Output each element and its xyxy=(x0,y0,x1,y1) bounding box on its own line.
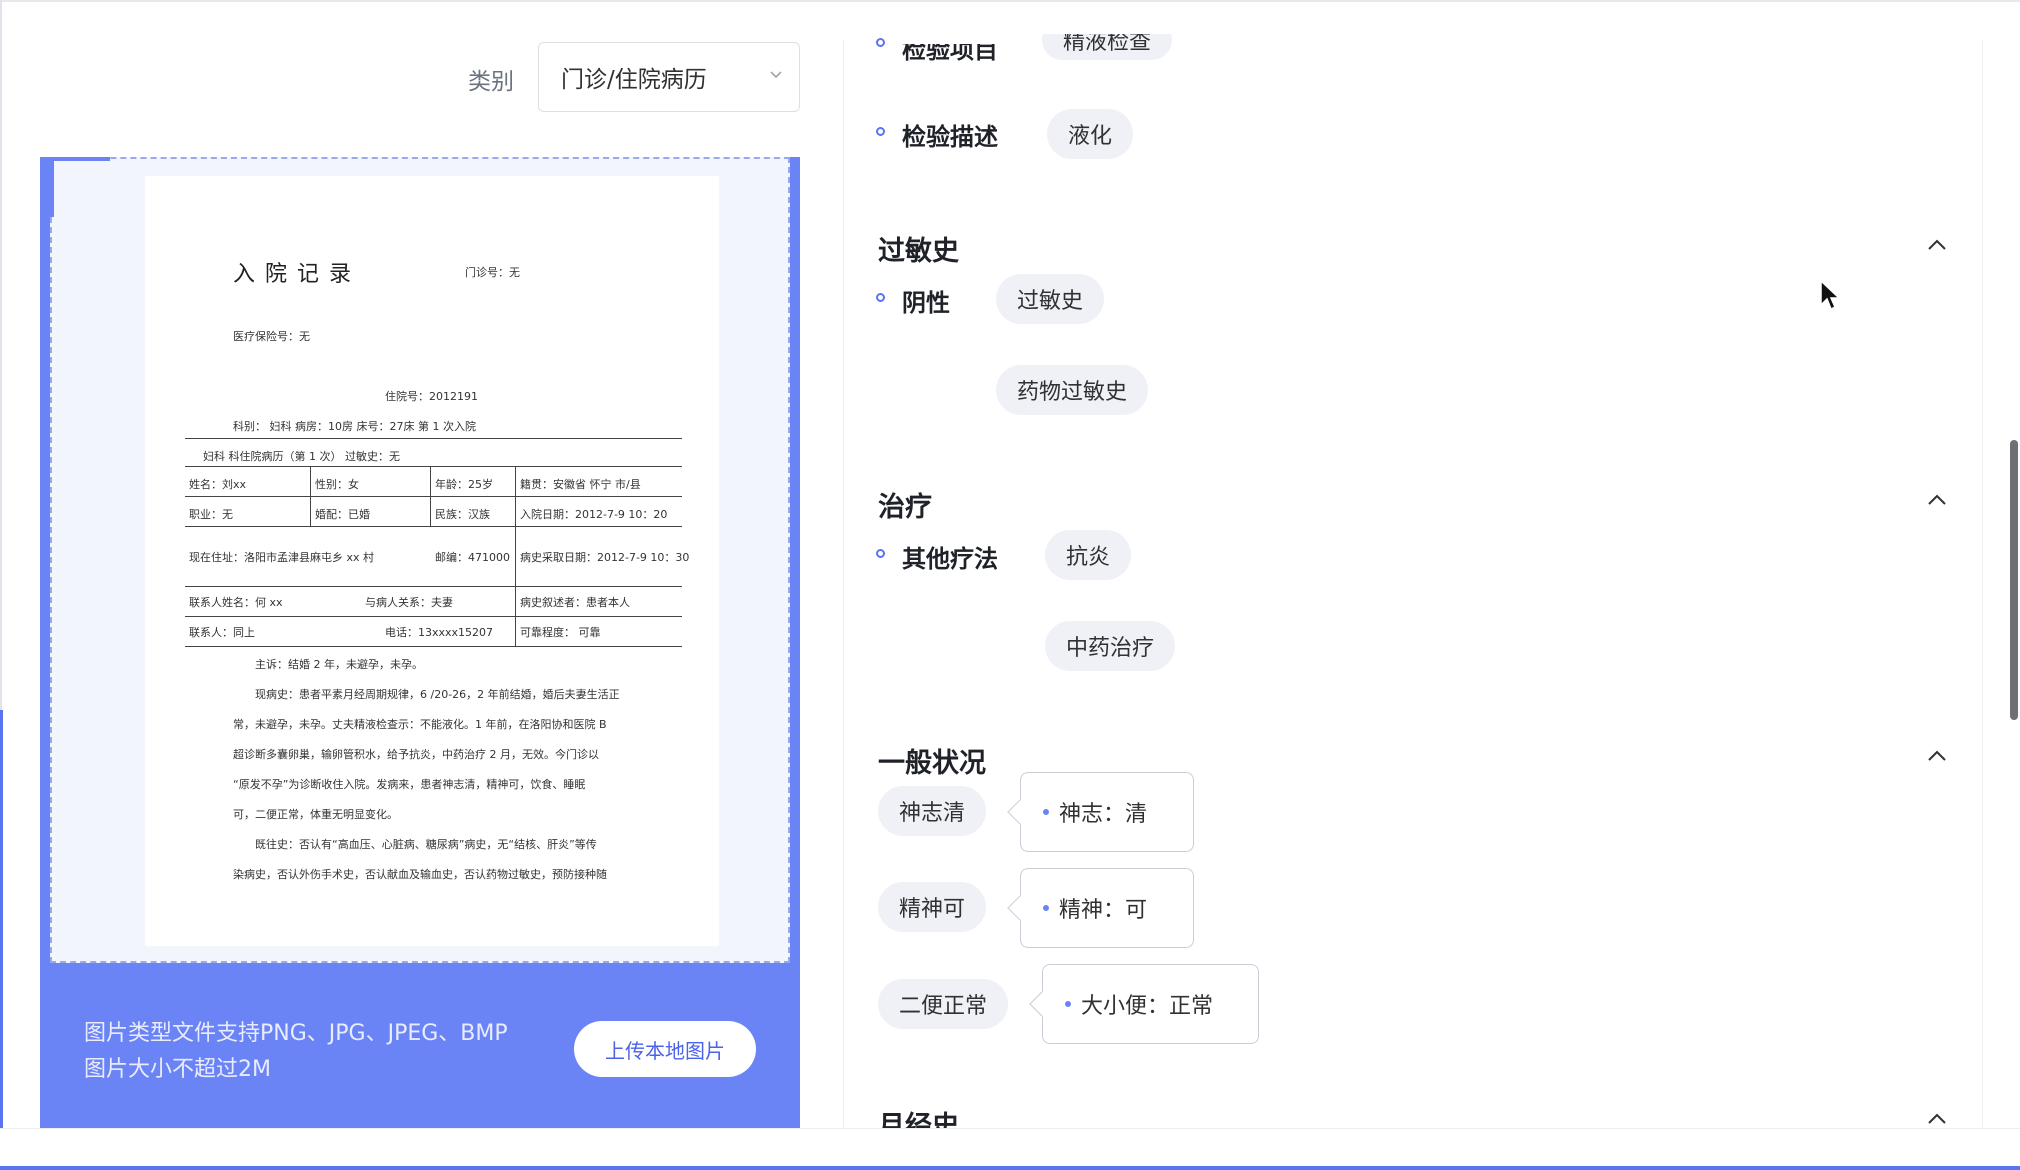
image-preview-area: 入院记录 门诊号：无 医疗保险号：无 住院号：2012191 科别： 妇科 病房… xyxy=(50,157,790,963)
tag-anti-inflammatory[interactable]: 抗炎 xyxy=(1045,530,1132,580)
callout-bowel: 大小便：正常 xyxy=(1029,964,1259,1044)
section-title-allergy: 过敏史 xyxy=(878,236,959,267)
doc-history-row: 妇科 科住院病历（第 1 次） 过敏史：无 xyxy=(203,450,400,463)
doc-body-line: 既往史：否认有“高血压、心脏病、糖尿病”病史，无“结核、肝炎”等传 xyxy=(255,838,597,851)
dot-icon xyxy=(1065,1001,1071,1007)
dot-icon xyxy=(1043,905,1049,911)
exam-desc-label: 检验描述 xyxy=(902,123,998,151)
category-select[interactable]: 门诊/住院病历 xyxy=(538,42,800,112)
doc-cell: 病史采取日期：2012-7-9 10：30 xyxy=(520,551,690,564)
partial-item-label: 检验项目 xyxy=(902,36,998,64)
doc-body-line: 超诊断多囊卵巢，输卵管积水，给予抗炎，中药治疗 2 月，无效。今门诊以 xyxy=(233,748,599,761)
doc-cell: 与病人关系：夫妻 xyxy=(365,596,453,609)
tag-drug-allergy-history[interactable]: 药物过敏史 xyxy=(996,365,1149,415)
doc-cell: 婚配：已婚 xyxy=(315,508,370,521)
doc-cell: 入院日期：2012-7-9 10：20 xyxy=(520,508,668,521)
tag-bowel-normal[interactable]: 二便正常 xyxy=(878,979,1009,1029)
doc-cell: 职业：无 xyxy=(189,508,233,521)
callout-arrow xyxy=(1029,991,1055,1017)
doc-cell: 联系人：同上 xyxy=(189,626,255,639)
callout-text: 神志：清 xyxy=(1059,802,1148,827)
mouse-pointer-icon xyxy=(1820,280,1841,311)
tag-consciousness-clear[interactable]: 神志清 xyxy=(878,786,987,836)
doc-dept-row: 科别： 妇科 病房：10房 床号：27床 第 1 次入院 xyxy=(233,420,476,433)
left-accent-bar xyxy=(0,710,3,1170)
callout-arrow xyxy=(1007,799,1033,825)
top-rule xyxy=(0,0,2020,2)
tag-semen-exam[interactable]: 精液检查 xyxy=(1042,34,1173,60)
doc-admission-no: 住院号：2012191 xyxy=(385,390,478,403)
chevron-up-icon[interactable] xyxy=(1926,1112,1948,1126)
bullet-icon xyxy=(876,127,885,136)
callout-spirit: 精神：可 xyxy=(1007,868,1194,948)
doc-body-line: 可，二便正常，体重无明显变化。 xyxy=(233,808,398,821)
dot-icon xyxy=(1043,809,1049,815)
doc-cell: 邮编：471000 xyxy=(435,551,510,564)
scrollbar-thumb[interactable] xyxy=(2010,440,2018,720)
treatment-item-label: 其他疗法 xyxy=(902,545,998,573)
doc-insurance-no: 医疗保险号：无 xyxy=(233,330,310,343)
callout-consciousness: 神志：清 xyxy=(1007,772,1194,852)
frame-corner-icon xyxy=(50,157,110,217)
section-title-menstrual: 月经史 xyxy=(878,1111,959,1128)
upload-panel[interactable]: 入院记录 门诊号：无 医疗保险号：无 住院号：2012191 科别： 妇科 病房… xyxy=(40,157,800,1128)
category-select-value: 门诊/住院病历 xyxy=(561,67,707,93)
bottom-strip xyxy=(0,1128,2020,1170)
tag-spirit-good[interactable]: 精神可 xyxy=(878,882,987,932)
callout-text: 精神：可 xyxy=(1059,898,1148,923)
doc-outpatient-no: 门诊号：无 xyxy=(465,266,520,279)
doc-cell: 现在住址：洛阳市孟津县麻屯乡 xx 村 xyxy=(189,551,375,564)
doc-body-line: 常，未避孕，未孕。丈夫精液检查示：不能液化。1 年前，在洛阳协和医院 B xyxy=(233,718,607,731)
tag-allergy-history[interactable]: 过敏史 xyxy=(996,274,1105,324)
bullet-icon xyxy=(876,38,885,47)
doc-body-line: 现病史：患者平素月经周期规律，6 /20-26，2 年前结婚，婚后夫妻生活正 xyxy=(255,688,620,701)
doc-cell: 可靠程度： 可靠 xyxy=(520,626,601,639)
doc-cell: 姓名：刘xx xyxy=(189,478,247,491)
bottom-accent-rule xyxy=(0,1166,2020,1170)
doc-body-line: 染病史，否认外伤手术史，否认献血及输血史，否认药物过敏史，预防接种随 xyxy=(233,868,607,881)
chevron-up-icon[interactable] xyxy=(1926,493,1948,507)
doc-body-line: 主诉：结婚 2 年，未避孕，未孕。 xyxy=(255,658,423,671)
panel-divider xyxy=(843,40,844,1130)
doc-cell: 籍贯：安徽省 怀宁 市/县 xyxy=(520,478,641,491)
panel-edge xyxy=(1982,40,1983,1130)
bullet-icon xyxy=(876,549,885,558)
doc-cell: 性别：女 xyxy=(315,478,359,491)
tag-liquefaction[interactable]: 液化 xyxy=(1047,109,1134,159)
doc-title: 入院记录 xyxy=(233,262,362,287)
doc-cell: 民族：汉族 xyxy=(435,508,490,521)
tag-tcm-treatment[interactable]: 中药治疗 xyxy=(1045,621,1176,671)
doc-cell: 联系人姓名：何 xx xyxy=(189,596,283,609)
bullet-icon xyxy=(876,293,885,302)
section-title-general: 一般状况 xyxy=(878,748,986,779)
doc-cell: 年龄：25岁 xyxy=(435,478,493,491)
doc-cell: 电话：13xxxx15207 xyxy=(385,626,494,639)
doc-body-line: “原发不孕”为诊断收住入院。发病来，患者神志清，精神可，饮食、睡眠 xyxy=(233,778,586,791)
medical-record-image: 入院记录 门诊号：无 医疗保险号：无 住院号：2012191 科别： 妇科 病房… xyxy=(145,176,719,946)
section-title-treatment: 治疗 xyxy=(878,492,932,523)
upload-hint: 图片类型文件支持PNG、JPG、JPEG、BMP 图片大小不超过2M xyxy=(84,1016,508,1088)
chevron-up-icon[interactable] xyxy=(1926,749,1948,763)
allergy-item-label: 阴性 xyxy=(902,289,950,317)
upload-hint-formats: 图片类型文件支持PNG、JPG、JPEG、BMP xyxy=(84,1021,508,1046)
doc-cell: 病史叙述者：患者本人 xyxy=(520,596,630,609)
upload-local-image-button[interactable]: 上传本地图片 xyxy=(574,1021,756,1077)
callout-text: 大小便：正常 xyxy=(1081,994,1214,1019)
category-label: 类别 xyxy=(468,69,514,95)
upload-hint-size: 图片大小不超过2M xyxy=(84,1057,271,1082)
chevron-up-icon[interactable] xyxy=(1926,238,1948,252)
callout-arrow xyxy=(1007,895,1033,921)
chevron-down-icon xyxy=(770,71,782,79)
